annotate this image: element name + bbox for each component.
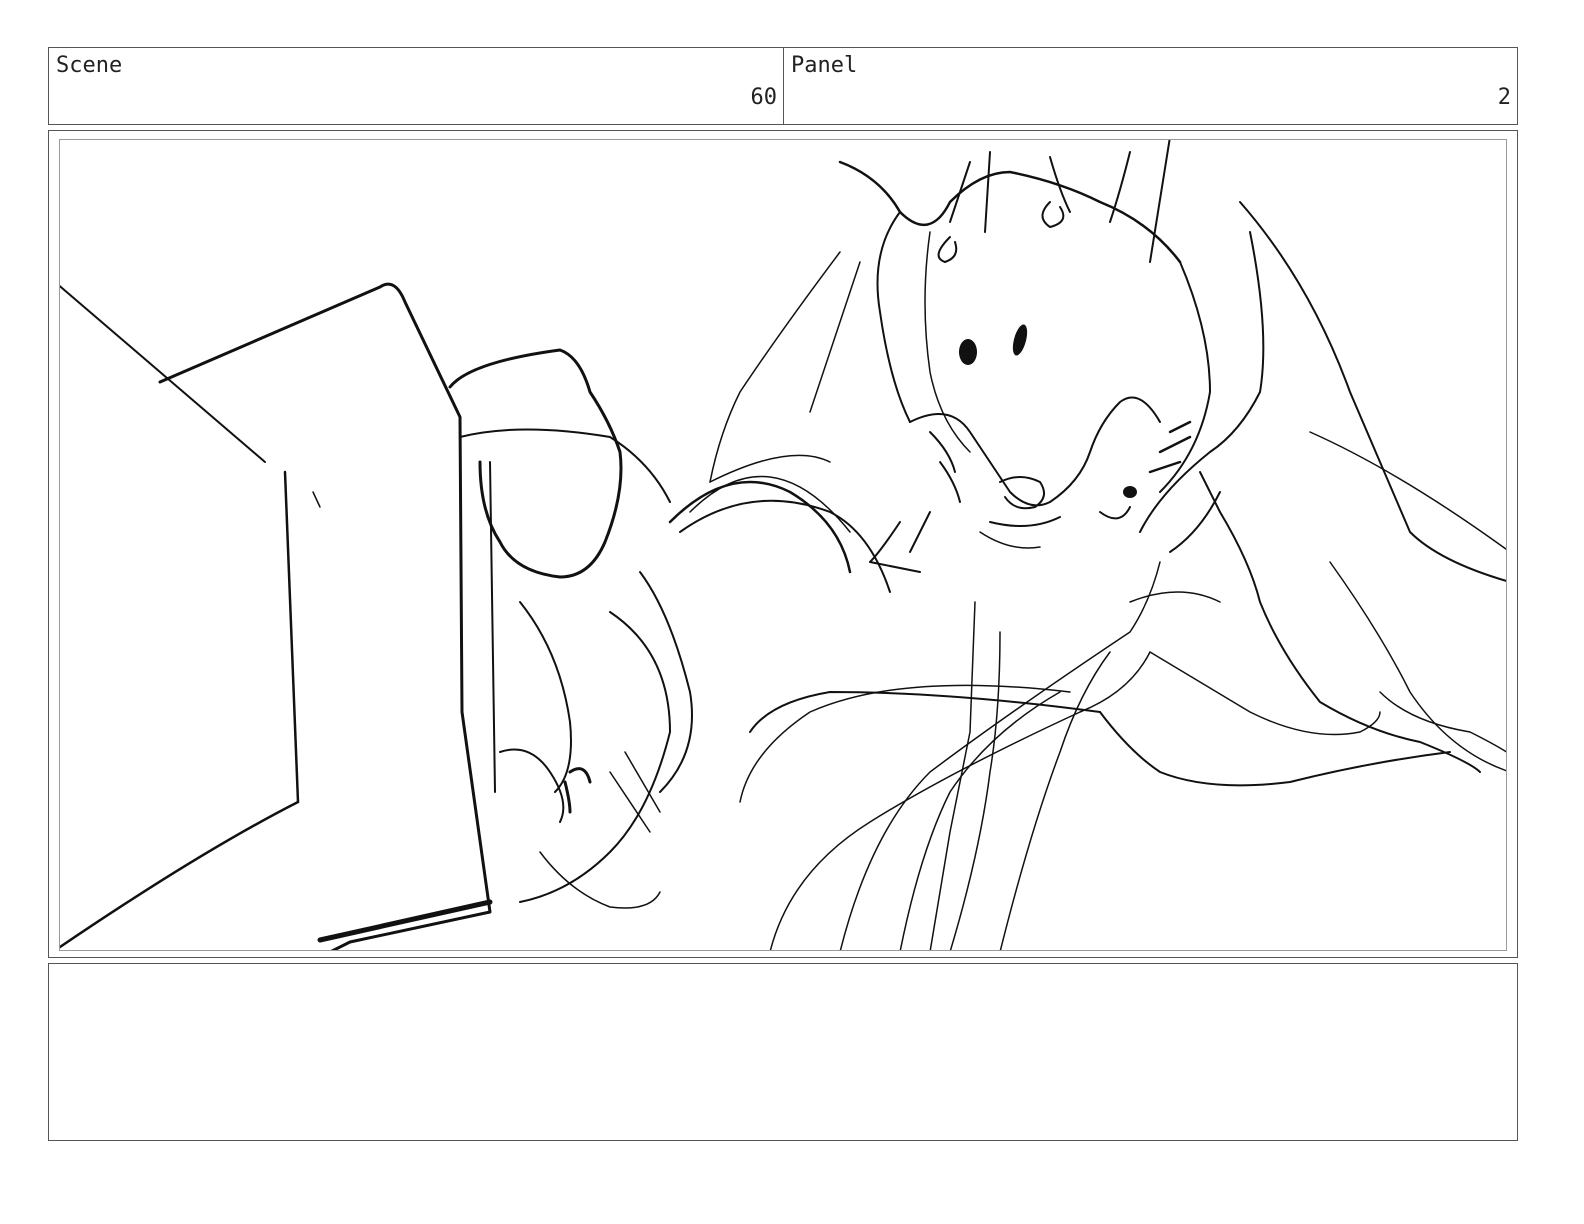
safe-area-border <box>59 139 1507 951</box>
panel-cell: Panel 2 <box>784 48 1517 124</box>
panel-number: 2 <box>1497 85 1511 110</box>
notes-box <box>48 963 1518 1141</box>
storyboard-frame <box>48 130 1518 958</box>
scene-number: 60 <box>750 85 778 110</box>
scene-label: Scene <box>56 53 123 78</box>
storyboard-sketch-drawing <box>60 140 1506 950</box>
storyboard-header: Scene 60 Panel 2 <box>48 47 1518 125</box>
scene-cell: Scene 60 <box>49 48 784 124</box>
panel-label: Panel <box>791 53 858 78</box>
